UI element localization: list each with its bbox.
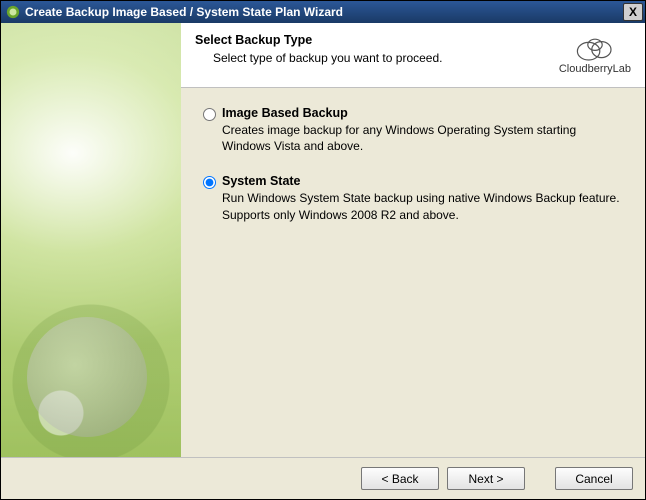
radio-image-based[interactable] xyxy=(203,108,216,121)
option-system-state[interactable]: System State Run Windows System State ba… xyxy=(203,174,623,222)
close-button[interactable]: X xyxy=(623,3,643,21)
page-subtitle: Select type of backup you want to procee… xyxy=(195,51,559,65)
radio-system-state[interactable] xyxy=(203,176,216,189)
window-title: Create Backup Image Based / System State… xyxy=(25,5,623,19)
wizard-footer: < Back Next > Cancel xyxy=(1,457,645,499)
cancel-button[interactable]: Cancel xyxy=(555,467,633,490)
option-image-based[interactable]: Image Based Backup Creates image backup … xyxy=(203,106,623,154)
next-button[interactable]: Next > xyxy=(447,467,525,490)
wizard-window: Create Backup Image Based / System State… xyxy=(0,0,646,500)
titlebar: Create Backup Image Based / System State… xyxy=(1,1,645,23)
option-system-state-label: System State xyxy=(222,174,623,188)
wizard-content: Select Backup Type Select type of backup… xyxy=(181,23,645,457)
option-system-state-desc: Run Windows System State backup using na… xyxy=(222,190,623,222)
back-button[interactable]: < Back xyxy=(361,467,439,490)
options-area: Image Based Backup Creates image backup … xyxy=(181,88,645,457)
wizard-body: Select Backup Type Select type of backup… xyxy=(1,23,645,499)
option-image-based-desc: Creates image backup for any Windows Ope… xyxy=(222,122,623,154)
brand-logo: CloudberryLab xyxy=(559,33,631,75)
app-icon xyxy=(5,4,21,20)
option-image-based-label: Image Based Backup xyxy=(222,106,623,120)
wizard-header: Select Backup Type Select type of backup… xyxy=(181,23,645,88)
close-icon: X xyxy=(629,5,637,19)
page-title: Select Backup Type xyxy=(195,33,559,47)
cloud-icon xyxy=(571,33,619,63)
brand-label: CloudberryLab xyxy=(559,63,631,75)
wizard-upper: Select Backup Type Select type of backup… xyxy=(1,23,645,457)
wizard-sidebar-art xyxy=(1,23,181,457)
